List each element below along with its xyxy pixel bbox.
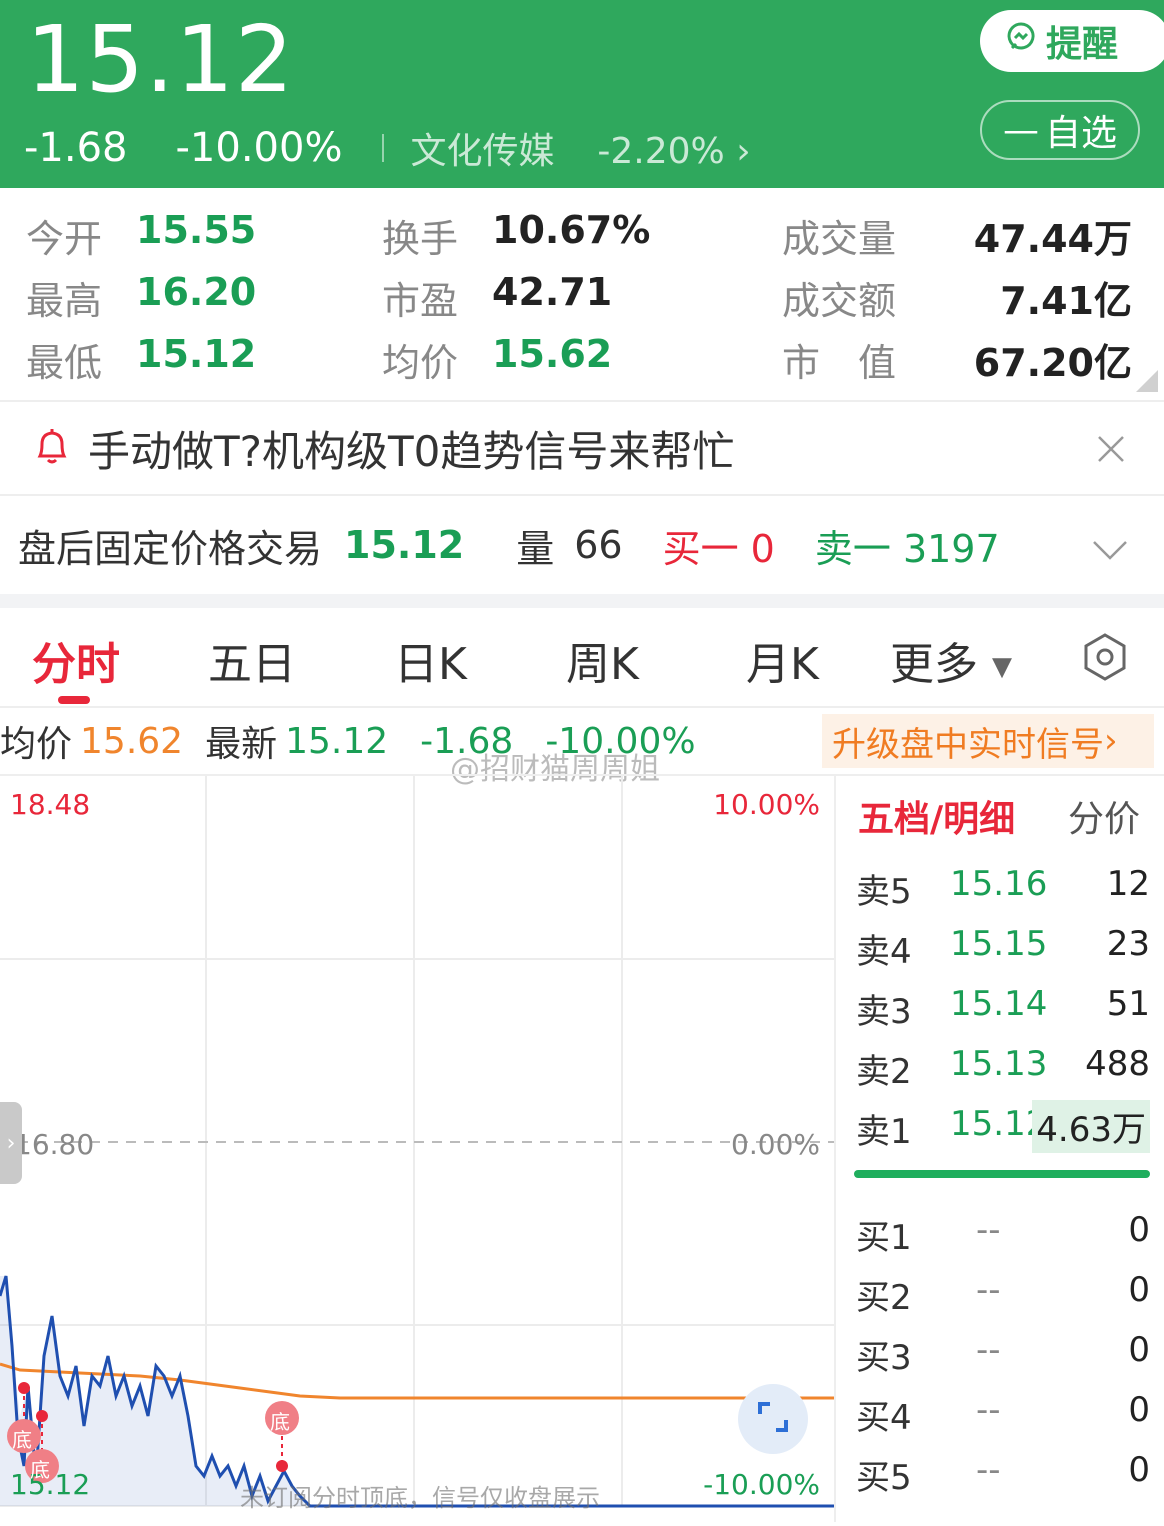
sector-link[interactable]: 文化传媒 -2.20% › [410,122,750,174]
divider [382,134,385,162]
stat-amount: 成交额 7.41亿 [782,279,1132,323]
bottom-marker-label: 底 [270,1410,290,1434]
intraday-chart[interactable]: 18.48 10.00% 16.80 0.00% 15.12 -10.00% 底… [0,776,834,1522]
promo-banner[interactable]: 手动做T?机构级T0趋势信号来帮忙 [0,402,1164,494]
current-price: 15.12 [26,6,295,113]
tab-day-k[interactable]: 日K [394,628,467,692]
stat-high: 最高 16.20 [26,270,257,323]
expand-corner-icon[interactable] [1136,370,1158,392]
stat-avg: 均价 15.62 [382,332,613,385]
after-hours-vol-label: 量 [516,526,555,571]
after-hours-label: 盘后固定价格交易 [18,526,323,571]
stat-volume: 成交量 47.44万 [782,217,1132,261]
promo-text: 手动做T?机构级T0趋势信号来帮忙 [88,426,735,476]
chevron-right-icon: › [1104,721,1118,761]
chevron-right-icon: › [6,1130,16,1156]
ask-row: 卖3 15.14 51 [856,984,1150,1032]
chart-svg [0,776,834,1508]
ask-row: 卖4 15.15 23 [856,924,1150,972]
tab-week-k[interactable]: 周K [566,628,639,692]
after-hours-row[interactable]: 盘后固定价格交易 15.12 量 66 买一 0 卖一 3197 [0,496,1164,594]
section-gap [0,594,1164,608]
y-axis-top-price: 18.48 [10,788,91,821]
order-book-header: 五档/明细 分价 [858,790,1140,842]
y-axis-bottom-price: 15.12 [10,1468,91,1501]
tab-month-k[interactable]: 月K [746,628,819,692]
after-hours-sell1: 卖一 3197 [814,526,1000,571]
settings-icon[interactable] [1082,632,1128,686]
sector-pct: -2.20% [597,131,725,172]
avg-label: 均价 [0,724,73,765]
after-hours-vol: 66 [574,523,623,567]
last-value: 15.12 [285,720,389,762]
chart-tabs: 分时 五日 日K 周K 月K 更多 ▼ [0,610,1164,706]
last-label: 最新 [205,724,278,765]
ask-row: 卖2 15.13 488 [856,1044,1150,1092]
after-hours-buy1: 买一 0 [662,526,775,571]
price-change-pct: -10.00% [175,125,343,171]
tab-more-label: 更多 [890,639,978,690]
sector-name: 文化传媒 [410,131,555,172]
y-axis-top-pct: 10.00% [713,788,820,821]
y-axis-mid-pct: 0.00% [731,1128,820,1161]
after-hours-price: 15.12 [344,523,465,567]
bid-row: 买4 -- 0 [856,1390,1150,1438]
stat-pe: 市盈 42.71 [382,270,613,323]
chart-signal-note: 未订阅分时顶底，信号仅收盘展示 [240,1484,600,1512]
tab-intraday[interactable]: 分时 [32,628,120,692]
ask-row: 卖1 15.12 4.63万 [856,1098,1150,1153]
avg-value: 15.62 [80,720,184,762]
active-tab-indicator [58,696,90,704]
remind-button[interactable]: 提醒 [980,10,1164,72]
upgrade-label: 升级盘中实时信号 [832,724,1104,765]
bid-row: 买2 -- 0 [856,1270,1150,1318]
bid-ask-ratio-bar [854,1170,1150,1178]
tab-level5-detail[interactable]: 五档/明细 [858,799,1015,840]
caret-down-icon: ▼ [992,652,1012,682]
bid-row: 买5 -- 0 [856,1450,1150,1498]
fullscreen-button[interactable] [738,1384,808,1454]
alarm-chat-icon [1004,20,1038,63]
change-row: -1.68 -10.00% 文化传媒 -2.20% › [24,122,751,174]
quote-header: 15.12 -1.68 -10.00% 文化传媒 -2.20% › 提醒 — 自… [0,0,1164,188]
close-icon[interactable] [1096,428,1126,474]
chevron-right-icon: › [736,131,751,172]
remind-label: 提醒 [1046,24,1119,65]
watch-label: 自选 [1044,113,1117,154]
tab-more[interactable]: 更多 ▼ [890,628,1012,692]
tab-price-distribution[interactable]: 分价 [1068,790,1140,842]
stat-low: 最低 15.12 [26,332,257,385]
bottom-marker-label: 底 [12,1428,32,1452]
tab-five-day[interactable]: 五日 [208,628,296,692]
stat-open: 今开 15.55 [26,208,257,261]
remove-watchlist-button[interactable]: — 自选 [980,100,1140,160]
chevron-down-icon[interactable] [1092,526,1128,570]
ask-row: 卖5 15.16 12 [856,864,1150,912]
stat-market-cap: 市 值 67.20亿 [782,341,1132,385]
y-axis-mid-price: 16.80 [14,1128,95,1161]
fullscreen-icon [756,1400,790,1438]
bell-icon [34,426,70,470]
side-expand-handle[interactable]: › [0,1102,22,1184]
minus-icon: — [1002,109,1039,151]
upgrade-signal-button[interactable]: 升级盘中实时信号 › [822,714,1154,768]
price-change: -1.68 [24,125,128,171]
stat-turnover: 换手 10.67% [382,208,651,261]
y-axis-bottom-pct: -10.00% [703,1468,820,1501]
bid-row: 买3 -- 0 [856,1330,1150,1378]
order-book: 五档/明细 分价 卖5 15.16 12 卖4 15.15 23 卖3 15.1… [834,776,1164,1522]
bid-row: 买1 -- 0 [856,1210,1150,1258]
stats-grid[interactable]: 今开 15.55 最高 16.20 最低 15.12 换手 10.67% 市盈 … [0,188,1164,400]
bottom-marker-label: 底 [30,1458,50,1482]
